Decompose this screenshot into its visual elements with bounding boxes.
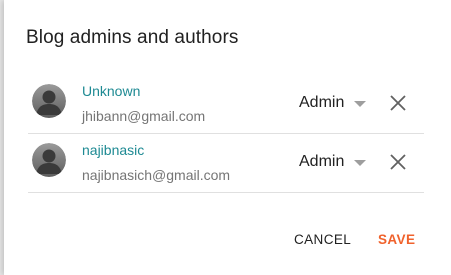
chevron-down-icon — [354, 159, 367, 166]
cancel-button[interactable]: CANCEL — [294, 232, 351, 247]
role-dropdown[interactable]: Admin — [299, 153, 367, 171]
role-dropdown-label: Admin — [299, 153, 345, 170]
role-dropdown-label: Admin — [299, 94, 345, 111]
blog-admins-dialog: Blog admins and authors Unknown jhibann@… — [4, 0, 451, 275]
member-email: najibnasich@gmail.com — [82, 167, 231, 183]
member-name[interactable]: najibnasic — [82, 142, 144, 158]
chevron-down-icon — [354, 100, 367, 107]
member-email: jhibann@gmail.com — [82, 108, 206, 124]
default-avatar-icon — [32, 84, 66, 118]
save-button[interactable]: SAVE — [378, 232, 415, 247]
default-avatar-icon — [32, 143, 66, 177]
close-icon[interactable] — [389, 153, 407, 171]
member-row: Unknown jhibann@gmail.com Admin — [28, 75, 424, 134]
close-icon[interactable] — [389, 94, 407, 112]
member-name[interactable]: Unknown — [82, 83, 140, 99]
role-dropdown[interactable]: Admin — [299, 94, 367, 112]
dialog-title: Blog admins and authors — [26, 27, 239, 48]
member-row: najibnasic najibnasich@gmail.com Admin — [28, 134, 424, 193]
